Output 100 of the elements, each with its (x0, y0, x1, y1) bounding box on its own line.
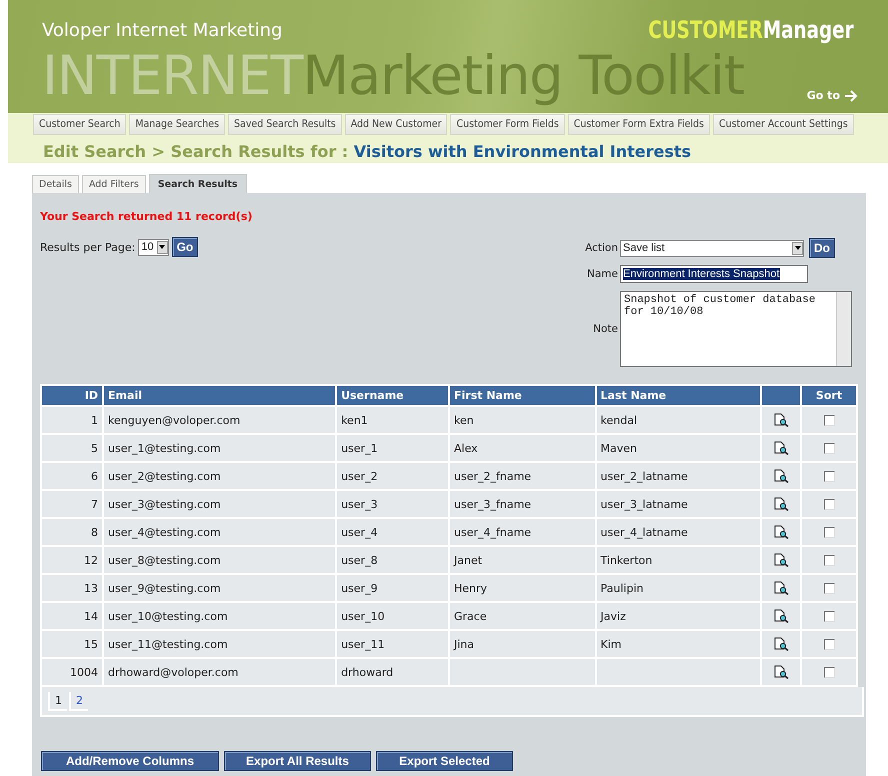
column-header: Last Name (596, 386, 760, 405)
table-cell: 1004 (70, 666, 98, 678)
table-cell: 14 (84, 610, 98, 622)
table-cell: user_2_latname (600, 470, 688, 482)
view-record-icon[interactable] (774, 497, 789, 511)
table-cell: Jina (454, 638, 474, 650)
page-link[interactable]: 2 (69, 692, 88, 710)
table-cell: Henry (454, 582, 488, 594)
breadcrumb: Edit Search > Search Results for : (43, 142, 348, 161)
table-cell: user_3_latname (600, 498, 688, 510)
table-cell: 7 (91, 498, 98, 510)
table-cell: ken (454, 414, 474, 426)
name-field[interactable]: Environment Interests Snapshot (620, 265, 808, 284)
view-record-icon[interactable] (774, 637, 789, 651)
go-button[interactable]: Go (172, 237, 198, 257)
action-select[interactable]: Save list (620, 240, 804, 257)
table-cell: drhoward@voloper.com (108, 666, 238, 678)
tab[interactable]: Details (32, 175, 79, 193)
action-button[interactable]: Export Selected (376, 751, 513, 771)
table-cell: user_10@testing.com (108, 610, 228, 622)
table-cell: user_1@testing.com (108, 442, 221, 454)
nav-button[interactable]: Manage Searches (129, 114, 226, 135)
table-cell: 5 (91, 442, 98, 454)
table-cell: user_11 (341, 638, 385, 650)
tab[interactable]: Search Results (148, 174, 247, 193)
nav-button[interactable]: Customer Account Settings (712, 114, 854, 135)
checkbox[interactable] (824, 526, 835, 538)
result-message: Your Search returned 11 record(s) (40, 210, 252, 223)
table-cell: Janet (454, 554, 482, 566)
view-record-icon[interactable] (774, 525, 789, 539)
view-record-icon[interactable] (774, 581, 789, 595)
nav-button[interactable]: Customer Search (33, 114, 126, 135)
checkbox[interactable] (824, 638, 835, 650)
table-cell: user_3@testing.com (108, 498, 221, 510)
view-record-icon[interactable] (774, 441, 789, 455)
do-button[interactable]: Do (809, 238, 835, 258)
column-header: Email (104, 386, 336, 405)
table-cell: user_10 (341, 610, 385, 622)
table-cell: drhoward (341, 666, 394, 678)
table-cell: user_4@testing.com (108, 526, 221, 538)
table-cell: Grace (454, 610, 487, 622)
product-logo: CUSTOMERManager (648, 16, 854, 44)
table-cell: 15 (84, 638, 98, 650)
checkbox[interactable] (824, 554, 835, 566)
table-cell: Paulipin (600, 582, 644, 594)
checkbox[interactable] (824, 414, 835, 426)
nav-button[interactable]: Add New Customer (344, 114, 448, 135)
table-cell: user_4 (341, 526, 378, 538)
table-cell: kendal (600, 414, 638, 426)
table-cell: user_4_latname (600, 526, 688, 538)
view-record-icon[interactable] (774, 665, 789, 679)
site-title: Voloper Internet Marketing (42, 20, 282, 40)
view-record-icon[interactable] (774, 469, 789, 483)
table-cell: Tinkerton (600, 554, 652, 566)
view-record-icon[interactable] (774, 609, 789, 623)
nav-button[interactable]: Saved Search Results (228, 114, 342, 135)
action-label: Action (585, 242, 618, 254)
checkbox[interactable] (824, 666, 835, 678)
nav-button[interactable]: Customer Form Fields (450, 114, 565, 135)
table-cell: user_11@testing.com (108, 638, 228, 650)
table-cell: user_8@testing.com (108, 554, 221, 566)
table-cell: user_2 (341, 470, 378, 482)
name-label: Name (586, 268, 618, 280)
search-name: Visitors with Environmental Interests (354, 142, 692, 161)
table-cell: user_9@testing.com (108, 582, 221, 594)
tab[interactable]: Add Filters (82, 175, 146, 193)
nav-button[interactable]: Customer Form Extra Fields (568, 114, 710, 135)
note-label: Note (592, 322, 618, 335)
action-button[interactable]: Add/Remove Columns (41, 751, 219, 771)
action-button[interactable]: Export All Results (224, 751, 371, 771)
table-cell: user_8 (341, 554, 378, 566)
table-cell: user_3 (341, 498, 378, 510)
table-cell: Maven (600, 442, 637, 454)
table-cell: Kim (600, 638, 622, 650)
table-cell: 13 (84, 582, 98, 594)
column-header: ID (42, 386, 102, 405)
page-size-select[interactable]: 10 (138, 238, 169, 256)
checkbox[interactable] (824, 610, 835, 622)
table-cell: user_4_fname (454, 526, 532, 538)
scrollbar[interactable] (836, 292, 851, 366)
checkbox[interactable] (824, 470, 835, 482)
table-cell: ken1 (341, 414, 368, 426)
table-cell: 1 (91, 414, 98, 426)
table-cell: user_2@testing.com (108, 470, 221, 482)
checkbox[interactable] (824, 498, 835, 510)
checkbox[interactable] (824, 582, 835, 594)
view-record-icon[interactable] (774, 413, 789, 427)
table-cell: 6 (91, 470, 98, 482)
table-cell: Alex (454, 442, 478, 454)
table-cell: kenguyen@voloper.com (108, 414, 240, 426)
results-per-page-label: Results per Page: (40, 240, 136, 254)
column-header: Username (337, 386, 448, 405)
checkbox[interactable] (824, 442, 835, 454)
note-field[interactable]: Snapshot of customer database for 10/10/08 (620, 290, 852, 367)
table-cell: user_3_fname (454, 498, 532, 510)
column-header: First Name (450, 386, 595, 405)
table-cell: Javiz (600, 610, 626, 622)
table-cell: user_2_fname (454, 470, 532, 482)
view-record-icon[interactable] (774, 553, 789, 567)
page-link[interactable]: 1 (48, 692, 67, 710)
